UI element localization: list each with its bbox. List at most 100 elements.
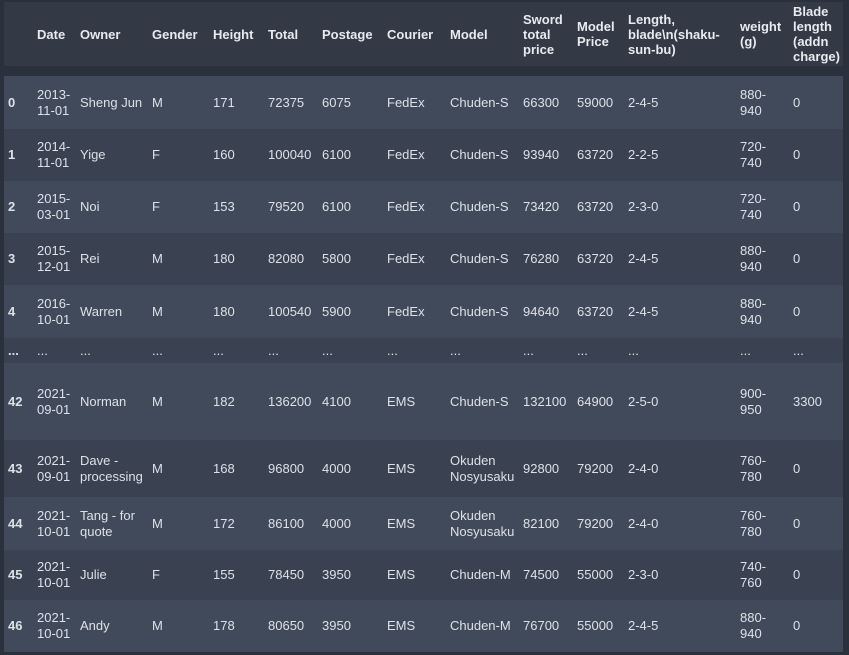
cell-sword-total-price: 82100 bbox=[523, 515, 560, 531]
cell-sword-total-price: 66300 bbox=[523, 94, 560, 110]
cell-owner: Andy bbox=[80, 618, 110, 633]
cell-weight: 880-940 bbox=[740, 295, 767, 327]
cell-blade-length: 0 bbox=[793, 147, 801, 162]
cell-sword-total-price: 132100 bbox=[523, 393, 567, 409]
cell-owner: Norman bbox=[80, 393, 127, 409]
cell-model-price: 55000 bbox=[577, 618, 614, 633]
cell-sword-total-price: 76700 bbox=[523, 618, 560, 633]
cell-postage: 5900 bbox=[322, 303, 351, 319]
cell-date: 2014-11-01 bbox=[37, 139, 71, 170]
cell-gender: M bbox=[152, 393, 163, 409]
cell-gender: M bbox=[152, 303, 163, 319]
cell-model: Chuden-S bbox=[450, 251, 509, 266]
cell-owner: Dave - processing bbox=[80, 452, 143, 484]
column-header-total: Total bbox=[264, 2, 318, 76]
row-index: 0 bbox=[8, 94, 16, 110]
row-index: 43 bbox=[8, 460, 23, 476]
cell-height: 172 bbox=[213, 515, 235, 531]
cell-blade-length: 0 bbox=[793, 303, 801, 319]
cell-gender: F bbox=[152, 567, 160, 582]
cell-date: ... bbox=[37, 342, 48, 358]
dataframe-table: Date Owner Gender Height Total Postage C… bbox=[4, 2, 843, 652]
cell-gender: M bbox=[152, 618, 163, 633]
column-header-length-blade: Length, blade\n(shaku-sun-bu) bbox=[624, 2, 736, 76]
cell-owner: Warren bbox=[80, 303, 123, 319]
cell-model: Chuden-S bbox=[450, 94, 509, 110]
table-row: 3 2015-12-01 Rei M 180 82080 5800 FedEx … bbox=[4, 233, 843, 285]
cell-blade-length: 0 bbox=[793, 251, 801, 266]
cell-blade-length: 0 bbox=[793, 618, 801, 633]
cell-postage: 6100 bbox=[322, 147, 351, 162]
cell-owner: Julie bbox=[80, 567, 107, 582]
cell-blade-length: ... bbox=[793, 342, 804, 358]
cell-date: 2013-11-01 bbox=[37, 86, 71, 118]
cell-model: Chuden-S bbox=[450, 393, 509, 409]
cell-owner: Noi bbox=[80, 199, 100, 214]
cell-weight: ... bbox=[740, 342, 751, 358]
cell-postage: ... bbox=[322, 342, 333, 358]
cell-gender: M bbox=[152, 94, 163, 110]
cell-height: 180 bbox=[213, 251, 235, 266]
cell-postage: 6075 bbox=[322, 94, 351, 110]
cell-total: 100040 bbox=[268, 147, 312, 162]
cell-date: 2021-10-01 bbox=[37, 559, 71, 590]
cell-height: 182 bbox=[213, 393, 235, 409]
cell-courier: EMS bbox=[387, 515, 416, 531]
cell-owner: Sheng Jun bbox=[80, 94, 143, 110]
table-row: 44 2021-10-01 Tang - for quote M 172 861… bbox=[4, 497, 843, 550]
cell-courier: FedEx bbox=[387, 199, 425, 214]
cell-total: 96800 bbox=[268, 460, 305, 476]
cell-height: 168 bbox=[213, 460, 235, 476]
cell-gender: F bbox=[152, 199, 160, 214]
column-header-model-price: Model Price bbox=[573, 2, 624, 76]
table-row: 4 2016-10-01 Warren M 180 100540 5900 Fe… bbox=[4, 285, 843, 338]
cell-date: 2021-10-01 bbox=[37, 610, 71, 641]
cell-total: 100540 bbox=[268, 303, 312, 319]
cell-weight: 880-940 bbox=[740, 86, 767, 118]
row-index: 44 bbox=[8, 515, 23, 531]
cell-courier: EMS bbox=[387, 460, 416, 476]
cell-blade-length: 0 bbox=[793, 515, 801, 531]
column-header-courier: Courier bbox=[383, 2, 446, 76]
cell-courier: FedEx bbox=[387, 147, 425, 162]
cell-sword-total-price: 74500 bbox=[523, 567, 560, 582]
cell-owner: Yige bbox=[80, 147, 106, 162]
cell-sword-total-price: 93940 bbox=[523, 147, 560, 162]
cell-model: Okuden Nosyusaku bbox=[450, 452, 515, 484]
cell-length-blade: 2-4-0 bbox=[628, 460, 659, 476]
cell-model-price: 79200 bbox=[577, 460, 614, 476]
cell-length-blade: 2-3-0 bbox=[628, 567, 659, 582]
table-row: 45 2021-10-01 Julie F 155 78450 3950 EMS… bbox=[4, 550, 843, 600]
cell-weight: 880-940 bbox=[740, 243, 767, 274]
row-index: 1 bbox=[8, 147, 16, 162]
cell-height: 153 bbox=[213, 199, 235, 214]
cell-height: 155 bbox=[213, 567, 235, 582]
cell-gender: M bbox=[152, 515, 163, 531]
cell-total: 86100 bbox=[268, 515, 305, 531]
row-index: 45 bbox=[8, 567, 23, 582]
cell-model-price: 64900 bbox=[577, 393, 614, 409]
cell-gender: ... bbox=[152, 342, 163, 358]
cell-total: 82080 bbox=[268, 251, 305, 266]
cell-courier: FedEx bbox=[387, 303, 425, 319]
cell-length-blade: 2-3-0 bbox=[628, 199, 659, 214]
cell-date: 2021-09-01 bbox=[37, 385, 71, 417]
cell-owner: Rei bbox=[80, 251, 100, 266]
cell-model: Chuden-S bbox=[450, 199, 509, 214]
cell-date: 2021-09-01 bbox=[37, 452, 71, 484]
cell-blade-length: 0 bbox=[793, 94, 801, 110]
cell-blade-length: 0 bbox=[793, 460, 801, 476]
table-body: 0 2013-11-01 Sheng Jun M 171 72375 6075 … bbox=[4, 76, 843, 652]
cell-model: Chuden-M bbox=[450, 618, 511, 633]
column-header-height: Height bbox=[209, 2, 264, 76]
cell-sword-total-price: 92800 bbox=[523, 460, 560, 476]
row-index: 3 bbox=[8, 251, 16, 266]
column-header-postage: Postage bbox=[318, 2, 383, 76]
cell-length-blade: 2-4-5 bbox=[628, 618, 659, 633]
cell-courier: FedEx bbox=[387, 94, 425, 110]
cell-length-blade: 2-4-0 bbox=[628, 515, 659, 531]
cell-blade-length: 3300 bbox=[793, 393, 822, 409]
cell-postage: 4000 bbox=[322, 460, 351, 476]
cell-length-blade: 2-4-5 bbox=[628, 94, 659, 110]
cell-model: Chuden-S bbox=[450, 147, 509, 162]
